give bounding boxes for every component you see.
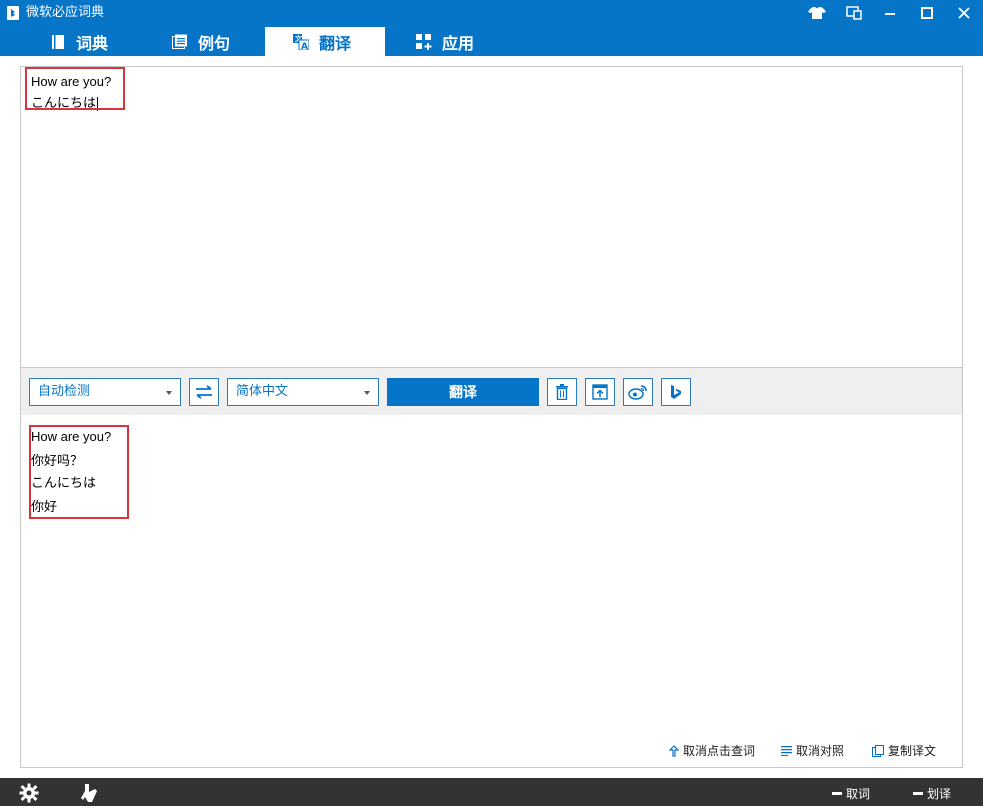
sentences-icon — [172, 34, 188, 50]
source-language-select[interactable]: 自动检测 — [29, 378, 181, 406]
chevron-down-icon — [166, 391, 172, 395]
toggle-indicator — [913, 792, 923, 795]
highlight-box — [25, 67, 125, 110]
trash-icon — [556, 384, 568, 400]
target-language-select[interactable]: 简体中文 — [227, 378, 379, 406]
translate-toolbar: 自动检测 简体中文 翻译 — [20, 367, 963, 417]
list-icon — [781, 746, 792, 756]
skin-icon[interactable] — [806, 3, 828, 23]
source-language-value: 自动检测 — [38, 384, 91, 399]
tab-apps[interactable]: 应用 — [416, 27, 474, 56]
export-icon — [592, 384, 608, 400]
svg-text:A: A — [301, 42, 308, 50]
weibo-icon — [628, 385, 647, 400]
window-title: 微软必应词典 — [26, 5, 105, 20]
tab-label: 例句 — [198, 33, 231, 53]
swap-icon — [196, 385, 212, 399]
gear-icon[interactable] — [18, 782, 40, 804]
feedback-icon[interactable] — [78, 782, 100, 804]
action-label: 复制译文 — [888, 744, 937, 758]
source-text-area[interactable]: How are you? こんにちは — [20, 66, 963, 367]
tab-label: 翻译 — [319, 33, 352, 53]
translate-icon: 文A — [293, 33, 309, 50]
translate-button[interactable]: 翻译 — [387, 378, 539, 406]
tab-sentences[interactable]: 例句 — [172, 27, 230, 56]
result-panel: How are you? 你好吗？ こんにちは 你好 取消点击查词 取消对照 复… — [20, 415, 963, 768]
toggle-label: 取词 — [846, 787, 871, 801]
tab-bar: 词典 例句 文A 翻译 应用 — [0, 27, 983, 56]
up-arrow-icon — [669, 744, 679, 757]
title-bar: 微软必应词典 — [0, 0, 983, 27]
tab-translate[interactable]: 文A 翻译 — [265, 27, 385, 56]
maximize-icon[interactable] — [916, 3, 938, 23]
tab-label: 词典 — [76, 33, 109, 53]
copy-translation-button[interactable]: 复制译文 — [872, 742, 936, 759]
highlight-box — [29, 425, 129, 519]
mini-mode-icon[interactable] — [843, 3, 865, 23]
action-label: 取消点击查词 — [683, 744, 756, 758]
clear-button[interactable] — [547, 378, 577, 406]
export-button[interactable] — [585, 378, 615, 406]
chevron-down-icon — [364, 391, 370, 395]
toggle-label: 划译 — [927, 787, 952, 801]
target-language-value: 简体中文 — [236, 384, 289, 399]
apps-icon — [416, 33, 432, 50]
toggle-indicator — [832, 792, 842, 795]
bing-icon — [671, 385, 681, 399]
word-capture-toggle[interactable]: 取词 — [832, 785, 870, 802]
swap-languages-button[interactable] — [189, 378, 219, 406]
book-icon — [50, 34, 66, 50]
selection-translate-toggle[interactable]: 划译 — [913, 785, 951, 802]
cancel-compare-button[interactable]: 取消对照 — [781, 742, 844, 759]
weibo-share-button[interactable] — [623, 378, 653, 406]
status-bar: 取词 划译 — [0, 778, 983, 806]
bing-button[interactable] — [661, 378, 691, 406]
close-icon[interactable] — [953, 3, 975, 23]
copy-icon — [872, 744, 884, 757]
tab-dictionary[interactable]: 词典 — [50, 27, 108, 56]
cancel-click-lookup-button[interactable]: 取消点击查词 — [669, 742, 755, 759]
minimize-icon[interactable] — [879, 3, 901, 23]
action-label: 取消对照 — [796, 744, 845, 758]
tab-label: 应用 — [442, 33, 475, 53]
app-logo-icon — [6, 5, 20, 21]
